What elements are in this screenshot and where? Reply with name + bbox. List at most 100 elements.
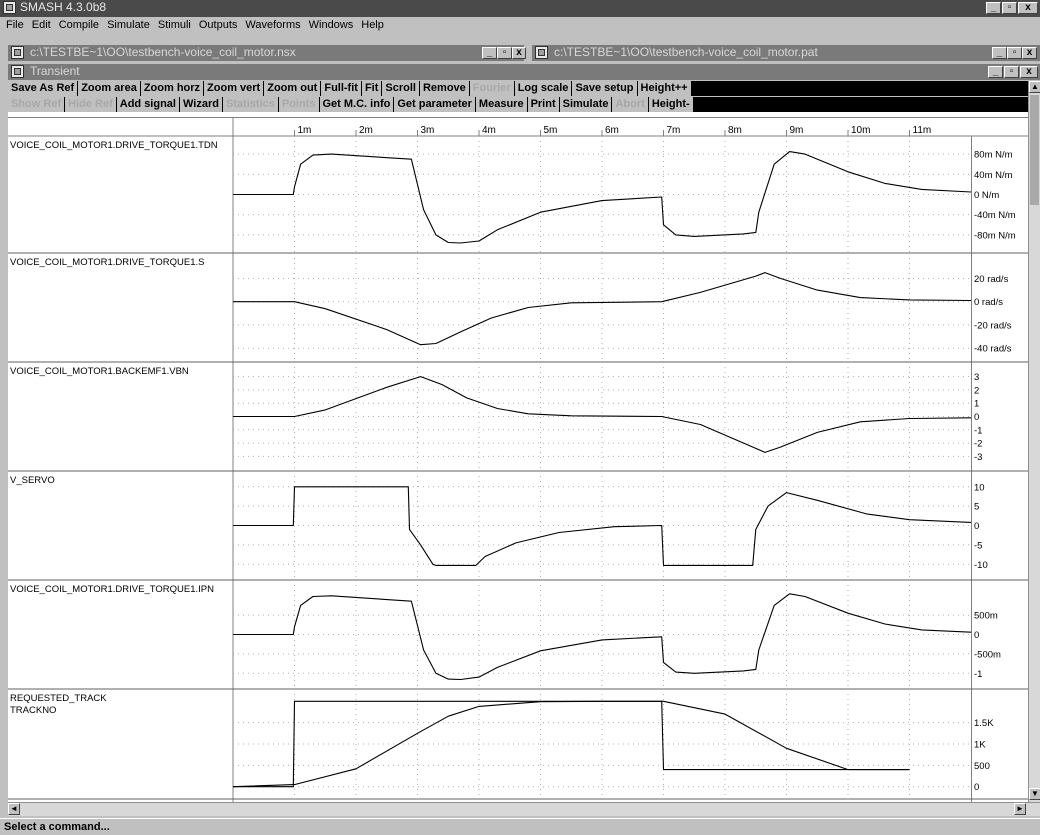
- y-tick-label: -10: [974, 560, 988, 571]
- menu-item-help[interactable]: Help: [361, 19, 384, 31]
- menu-item-outputs[interactable]: Outputs: [199, 19, 238, 31]
- nsx-window-title-bar[interactable]: c:\TESTBE~1\OO\testbench-voice_coil_moto…: [8, 45, 526, 61]
- fourier-button[interactable]: Fourier: [469, 81, 515, 96]
- app-title: SMASH 4.3.0b8: [20, 0, 107, 14]
- simulate-button[interactable]: Simulate: [559, 97, 613, 112]
- scroll-right-icon[interactable]: ►: [1014, 803, 1026, 815]
- nsx-close-button[interactable]: x: [512, 47, 526, 59]
- menu-bar: File Edit Compile Simulate Stimuli Outputs Wav…: [0, 17, 1040, 33]
- nsx-maximize-button[interactable]: ▫: [497, 47, 512, 59]
- hide-ref-button[interactable]: Hide Ref: [65, 97, 117, 112]
- maximize-button[interactable]: ▫: [1002, 2, 1017, 14]
- y-tick-label: 0: [974, 630, 979, 641]
- menu-item-file[interactable]: File: [6, 19, 24, 31]
- y-tick-label: -1: [974, 669, 982, 680]
- signal-name: VOICE_COIL_MOTOR1.BACKEMF1.VBN: [10, 366, 189, 377]
- log-scale-button[interactable]: Log scale: [514, 81, 573, 96]
- y-tick-label: 5: [974, 502, 979, 513]
- save-setup-button[interactable]: Save setup: [572, 81, 638, 96]
- remove-button[interactable]: Remove: [419, 81, 470, 96]
- y-tick-label: 0 N/m: [974, 190, 999, 201]
- transient-minimize-button[interactable]: _: [988, 66, 1003, 78]
- vertical-scrollbar[interactable]: ▲ ▼: [1028, 81, 1040, 802]
- full-fit-button[interactable]: Full-fit: [321, 81, 362, 96]
- menu-item-simulate[interactable]: Simulate: [107, 19, 150, 31]
- waveform-panel: 80m N/m 40m N/m 0 N/m -40m N/m -80m N/m VOICE…: [10, 136, 1016, 253]
- abort-button[interactable]: Abort: [612, 97, 649, 112]
- menu-item-compile[interactable]: Compile: [59, 19, 99, 31]
- points-button[interactable]: Points: [278, 97, 320, 112]
- menu-item-windows[interactable]: Windows: [309, 19, 354, 31]
- y-tick-label: 20 rad/s: [974, 274, 1009, 285]
- time-tick-label: 10m: [851, 125, 870, 136]
- smash-app-icon: [3, 1, 16, 14]
- menu-item-stimuli[interactable]: Stimuli: [158, 19, 191, 31]
- get-parameter-button[interactable]: Get parameter: [394, 97, 476, 112]
- print-button[interactable]: Print: [527, 97, 560, 112]
- zoom-horz-button[interactable]: Zoom horz: [140, 81, 205, 96]
- y-tick-label: 2: [974, 385, 979, 396]
- zoom-vert-button[interactable]: Zoom vert: [204, 81, 265, 96]
- get-m-c-info-button[interactable]: Get M.C. info: [319, 97, 395, 112]
- zoom-area-button[interactable]: Zoom area: [78, 81, 141, 96]
- measure-button[interactable]: Measure: [475, 97, 528, 112]
- time-tick-label: 8m: [728, 125, 742, 136]
- scroll-up-icon[interactable]: ▲: [1029, 81, 1040, 93]
- time-tick-label: 6m: [605, 125, 619, 136]
- wizard-button[interactable]: Wizard: [179, 97, 223, 112]
- menu-item-waveforms[interactable]: Waveforms: [245, 19, 300, 31]
- waveform-panel: 500m 0 -500m -1 VOICE_COIL_MOTOR1.DRIVE_TORQ…: [10, 580, 1001, 689]
- y-tick-label: 1: [974, 399, 979, 410]
- signal-name: REQUESTED_TRACK: [10, 693, 107, 704]
- height-button[interactable]: Height-: [648, 97, 694, 112]
- y-tick-label: 0 rad/s: [974, 297, 1003, 308]
- height-button[interactable]: Height++: [637, 81, 692, 96]
- y-tick-label: 1K: [974, 740, 986, 751]
- time-tick-label: 1m: [298, 125, 312, 136]
- waveform-toolbar-row-2: Show Ref Hide Ref Add signal Wizard Statisti…: [8, 97, 1032, 112]
- pat-window-title-bar[interactable]: c:\TESTBE~1\OO\testbench-voice_coil_moto…: [532, 45, 1040, 61]
- time-tick-label: 7m: [667, 125, 681, 136]
- transient-window-title-bar[interactable]: Transient _ ▫ x: [8, 64, 1040, 80]
- pat-minimize-button[interactable]: _: [992, 47, 1007, 59]
- document-icon: [11, 46, 24, 59]
- save-as-ref-button[interactable]: Save As Ref: [8, 81, 79, 96]
- time-tick-label: 4m: [482, 125, 496, 136]
- pat-window-title: c:\TESTBE~1\OO\testbench-voice_coil_moto…: [554, 45, 818, 59]
- add-signal-button[interactable]: Add signal: [116, 97, 180, 112]
- close-button[interactable]: x: [1018, 2, 1038, 14]
- waveform-panel: 1.5K 1K 500 0 REQUESTED_TRACKTRACKNO: [10, 689, 994, 799]
- waveform-plot-area[interactable]: 1m 2m 3m 4m 5m 6m 7m 8m 9m 10m 11m 80m N/m 40m N/m 0 …: [8, 117, 1028, 803]
- minimize-button[interactable]: _: [986, 2, 1001, 14]
- statistics-button[interactable]: Statistics: [222, 97, 279, 112]
- y-tick-label: -1: [974, 425, 982, 436]
- menu-item-edit[interactable]: Edit: [32, 19, 51, 31]
- transient-close-button[interactable]: x: [1020, 66, 1038, 78]
- time-tick-label: 9m: [790, 125, 804, 136]
- y-tick-label: -40m N/m: [974, 210, 1016, 221]
- waveform-chart: 1m 2m 3m 4m 5m 6m 7m 8m 9m 10m 11m 80m N/m 40m N/m 0 …: [8, 118, 1028, 803]
- scroll-button[interactable]: Scroll: [382, 81, 420, 96]
- time-tick-label: 11m: [913, 125, 932, 136]
- transient-maximize-button[interactable]: ▫: [1004, 66, 1019, 78]
- pat-maximize-button[interactable]: ▫: [1007, 47, 1022, 59]
- waveform-toolbar-row-1: Save As Ref Zoom area Zoom horz Zoom vert Zo…: [8, 81, 1032, 96]
- nsx-minimize-button[interactable]: _: [482, 47, 497, 59]
- show-ref-button[interactable]: Show Ref: [8, 97, 66, 112]
- scroll-left-icon[interactable]: ◄: [8, 803, 20, 815]
- scroll-down-icon[interactable]: ▼: [1029, 788, 1040, 800]
- zoom-out-button[interactable]: Zoom out: [264, 81, 322, 96]
- horizontal-scrollbar[interactable]: ◄ ►: [8, 802, 1040, 816]
- document-icon: [535, 46, 548, 59]
- y-tick-label: 3: [974, 372, 979, 383]
- y-tick-label: 500: [974, 761, 990, 772]
- fit-button[interactable]: Fit: [361, 81, 383, 96]
- y-tick-label: 40m N/m: [974, 170, 1013, 181]
- vertical-scroll-thumb[interactable]: [1030, 95, 1039, 205]
- y-tick-label: 0: [974, 412, 979, 423]
- pat-close-button[interactable]: x: [1022, 47, 1037, 59]
- y-tick-label: 0: [974, 521, 979, 532]
- waveform-trace: [233, 151, 972, 244]
- y-tick-label: -500m: [974, 649, 1001, 660]
- signal-name: VOICE_COIL_MOTOR1.DRIVE_TORQUE1.S: [10, 257, 204, 268]
